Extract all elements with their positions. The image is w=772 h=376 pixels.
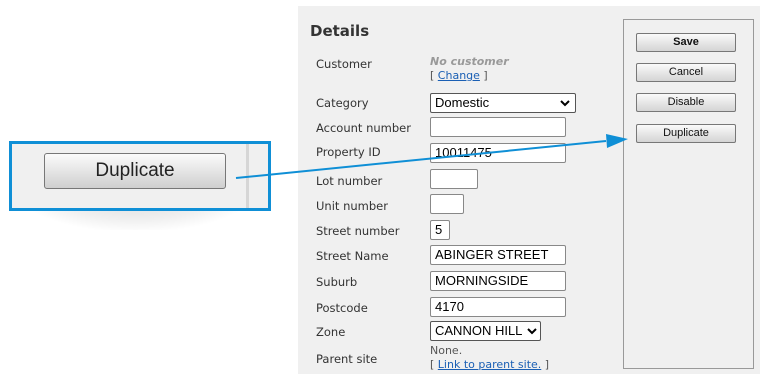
street-name-label: Street Name (316, 249, 389, 263)
callout-duplicate-button[interactable]: Duplicate (44, 153, 226, 189)
category-value: Domestic (435, 95, 490, 110)
category-select[interactable]: Domestic (430, 93, 576, 113)
suburb-label: Suburb (316, 275, 358, 289)
bracket-open: [ (430, 358, 438, 371)
customer-label: Customer (316, 57, 372, 71)
account-number-input[interactable] (430, 117, 566, 137)
zone-label: Zone (316, 325, 346, 339)
zone-value: CANNON HILL (435, 323, 523, 338)
details-title: Details (310, 22, 370, 40)
change-customer-link[interactable]: Change (438, 69, 480, 82)
disable-button[interactable]: Disable (636, 93, 736, 112)
callout-panel-edge (246, 144, 249, 208)
parent-site-label: Parent site (316, 352, 378, 366)
customer-value: No customer (430, 55, 509, 68)
street-number-label: Street number (316, 224, 400, 238)
bracket-close: ] (479, 69, 488, 82)
customer-change-row: [ Change ] (430, 69, 488, 82)
property-id-input[interactable]: 10011475 (430, 143, 566, 163)
duplicate-button[interactable]: Duplicate (636, 124, 736, 143)
unit-number-input[interactable] (430, 194, 464, 214)
bracket-close: ] (541, 358, 550, 371)
unit-number-label: Unit number (316, 199, 388, 213)
save-button[interactable]: Save (636, 33, 736, 52)
postcode-label: Postcode (316, 301, 368, 315)
link-parent-site-link[interactable]: Link to parent site. (438, 358, 541, 371)
property-id-label: Property ID (316, 145, 381, 159)
zone-select[interactable]: CANNON HILL (430, 321, 541, 341)
street-number-input[interactable]: 5 (430, 220, 450, 240)
bracket-open: [ (430, 69, 438, 82)
lot-number-input[interactable] (430, 169, 478, 189)
postcode-input[interactable]: 4170 (430, 297, 566, 317)
suburb-input[interactable]: MORNINGSIDE (430, 271, 566, 291)
chevron-down-icon (527, 328, 537, 335)
chevron-down-icon (560, 100, 570, 107)
category-label: Category (316, 96, 369, 110)
cancel-button[interactable]: Cancel (636, 63, 736, 82)
lot-number-label: Lot number (316, 174, 383, 188)
parent-site-link-row: [ Link to parent site. ] (430, 358, 549, 371)
street-name-input[interactable]: ABINGER STREET (430, 245, 566, 265)
account-number-label: Account number (316, 121, 411, 135)
parent-site-value: None. (430, 344, 463, 357)
